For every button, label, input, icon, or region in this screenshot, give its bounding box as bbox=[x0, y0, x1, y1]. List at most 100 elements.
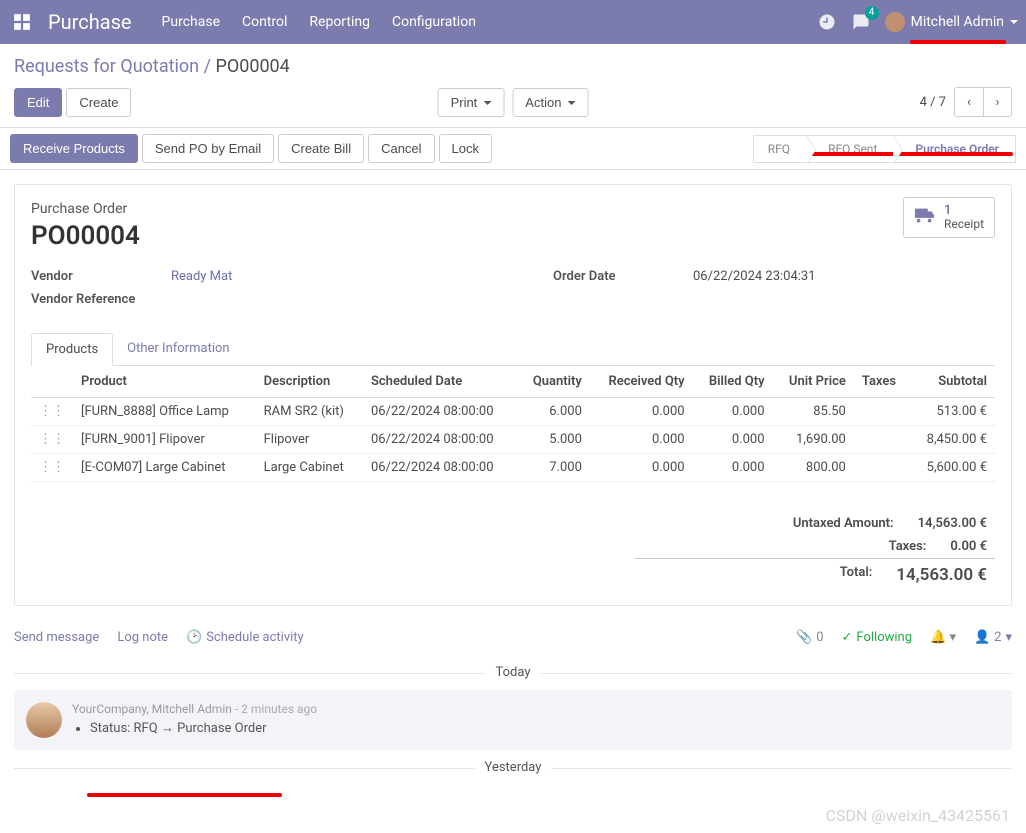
apps-icon[interactable] bbox=[8, 8, 36, 36]
date-divider-today: Today bbox=[14, 665, 1012, 680]
lock-button[interactable]: Lock bbox=[439, 134, 492, 163]
col-description[interactable]: Description bbox=[256, 366, 363, 398]
followers-count[interactable]: 👤2 ▾ bbox=[974, 630, 1012, 645]
cell-subtotal: 513.00 € bbox=[910, 398, 995, 426]
receive-products-button[interactable]: Receive Products bbox=[10, 134, 138, 163]
create-button[interactable]: Create bbox=[66, 88, 131, 117]
status-rfq[interactable]: RFQ bbox=[753, 135, 806, 163]
taxes-label: Taxes: bbox=[643, 539, 950, 554]
messages-icon[interactable]: 4 bbox=[851, 12, 871, 32]
drag-handle-icon[interactable]: ⋮⋮ bbox=[31, 398, 73, 426]
menu-configuration[interactable]: Configuration bbox=[392, 14, 476, 30]
username: Mitchell Admin bbox=[911, 14, 1004, 30]
menu-purchase[interactable]: Purchase bbox=[162, 14, 220, 30]
drag-handle-icon[interactable]: ⋮⋮ bbox=[31, 426, 73, 454]
receipt-label: Receipt bbox=[944, 217, 984, 231]
person-icon: 👤 bbox=[974, 630, 990, 645]
edit-button[interactable]: Edit bbox=[14, 88, 62, 117]
caret-down-icon bbox=[1010, 20, 1018, 24]
schedule-activity-button[interactable]: 🕑Schedule activity bbox=[186, 630, 304, 645]
following-button[interactable]: ✓ Following bbox=[842, 630, 913, 645]
po-name: PO00004 bbox=[31, 221, 995, 251]
cell-received: 0.000 bbox=[590, 454, 693, 482]
cancel-button[interactable]: Cancel bbox=[368, 134, 434, 163]
attachments-count[interactable]: 📎0 bbox=[796, 630, 824, 645]
msg-time: - 2 minutes ago bbox=[235, 702, 317, 716]
truck-icon bbox=[914, 207, 936, 229]
status-bar: RFQ RFQ Sent Purchase Order bbox=[753, 135, 1016, 163]
order-date-label: Order Date bbox=[553, 269, 693, 284]
top-menu: Purchase Control Reporting Configuration bbox=[162, 14, 476, 30]
activities-icon[interactable] bbox=[817, 12, 837, 32]
drag-handle-icon[interactable]: ⋮⋮ bbox=[31, 454, 73, 482]
cell-subtotal: 8,450.00 € bbox=[910, 426, 995, 454]
total-label: Total: bbox=[643, 565, 896, 585]
msg-status-change: Status: RFQ → Purchase Order bbox=[90, 720, 317, 736]
receipt-statbox[interactable]: 1 Receipt bbox=[903, 197, 995, 238]
cell-product: [FURN_8888] Office Lamp bbox=[73, 398, 256, 426]
cell-billed: 0.000 bbox=[693, 426, 773, 454]
send-message-button[interactable]: Send message bbox=[14, 630, 99, 645]
cell-received: 0.000 bbox=[590, 398, 693, 426]
date-divider-yesterday: Yesterday bbox=[14, 760, 1012, 775]
action-button[interactable]: Action bbox=[512, 88, 588, 117]
form-header-label: Purchase Order bbox=[31, 201, 995, 217]
avatar bbox=[26, 702, 62, 738]
cell-description: Flipover bbox=[256, 426, 363, 454]
table-row[interactable]: ⋮⋮[FURN_8888] Office LampRAM SR2 (kit)06… bbox=[31, 398, 995, 426]
cell-product: [E-COM07] Large Cabinet bbox=[73, 454, 256, 482]
cell-price: 800.00 bbox=[773, 454, 854, 482]
breadcrumb-root[interactable]: Requests for Quotation bbox=[14, 56, 199, 77]
vendor-label: Vendor bbox=[31, 269, 171, 284]
create-bill-button[interactable]: Create Bill bbox=[278, 134, 364, 163]
notify-bell-icon[interactable]: 🔔 ▾ bbox=[930, 630, 956, 645]
annotation-underline bbox=[910, 40, 1006, 44]
app-title[interactable]: Purchase bbox=[48, 10, 132, 34]
send-po-button[interactable]: Send PO by Email bbox=[142, 134, 274, 163]
cell-description: RAM SR2 (kit) bbox=[256, 398, 363, 426]
log-message: YourCompany, Mitchell Admin - 2 minutes … bbox=[14, 690, 1012, 750]
totals: Untaxed Amount:14,563.00 € Taxes:0.00 € … bbox=[635, 512, 995, 589]
cell-scheduled: 06/22/2024 08:00:00 bbox=[363, 426, 517, 454]
watermark: CSDN @weixin_43425561 bbox=[826, 806, 1010, 825]
vendor-link[interactable]: Ready Mat bbox=[171, 269, 232, 284]
col-scheduled[interactable]: Scheduled Date bbox=[363, 366, 517, 398]
col-subtotal[interactable]: Subtotal bbox=[910, 366, 995, 398]
cell-scheduled: 06/22/2024 08:00:00 bbox=[363, 398, 517, 426]
receipt-count: 1 bbox=[944, 204, 984, 217]
pager-prev-icon[interactable]: ‹ bbox=[955, 88, 983, 116]
cell-subtotal: 5,600.00 € bbox=[910, 454, 995, 482]
cell-price: 85.50 bbox=[773, 398, 854, 426]
tab-other-info[interactable]: Other Information bbox=[113, 333, 243, 365]
order-lines-table: Product Description Scheduled Date Quant… bbox=[31, 366, 995, 482]
menu-control[interactable]: Control bbox=[242, 14, 287, 30]
print-button[interactable]: Print bbox=[438, 88, 505, 117]
annotation-underline bbox=[808, 152, 1013, 156]
col-billed[interactable]: Billed Qty bbox=[693, 366, 773, 398]
log-note-button[interactable]: Log note bbox=[117, 630, 168, 645]
menu-reporting[interactable]: Reporting bbox=[309, 14, 370, 30]
tab-products[interactable]: Products bbox=[31, 333, 113, 366]
msg-author[interactable]: YourCompany, Mitchell Admin bbox=[72, 702, 232, 716]
status-purchase-order[interactable]: Purchase Order bbox=[893, 135, 1016, 163]
annotation-underline bbox=[87, 793, 282, 797]
table-row[interactable]: ⋮⋮[FURN_9001] FlipoverFlipover06/22/2024… bbox=[31, 426, 995, 454]
pager-next-icon[interactable]: › bbox=[983, 88, 1011, 116]
col-product[interactable]: Product bbox=[73, 366, 256, 398]
col-quantity[interactable]: Quantity bbox=[517, 366, 589, 398]
col-taxes[interactable]: Taxes bbox=[854, 366, 910, 398]
messages-badge: 4 bbox=[865, 6, 879, 20]
taxes-amount: 0.00 € bbox=[950, 539, 987, 554]
avatar bbox=[885, 12, 905, 32]
pager-text[interactable]: 4 / 7 bbox=[920, 95, 946, 110]
col-received[interactable]: Received Qty bbox=[590, 366, 693, 398]
cell-qty: 5.000 bbox=[517, 426, 589, 454]
table-row[interactable]: ⋮⋮[E-COM07] Large CabinetLarge Cabinet06… bbox=[31, 454, 995, 482]
cell-qty: 6.000 bbox=[517, 398, 589, 426]
untaxed-amount: 14,563.00 € bbox=[918, 516, 987, 531]
user-menu[interactable]: Mitchell Admin bbox=[885, 12, 1018, 32]
col-price[interactable]: Unit Price bbox=[773, 366, 854, 398]
cell-billed: 0.000 bbox=[693, 398, 773, 426]
cell-price: 1,690.00 bbox=[773, 426, 854, 454]
status-rfq-sent[interactable]: RFQ Sent bbox=[806, 135, 893, 163]
